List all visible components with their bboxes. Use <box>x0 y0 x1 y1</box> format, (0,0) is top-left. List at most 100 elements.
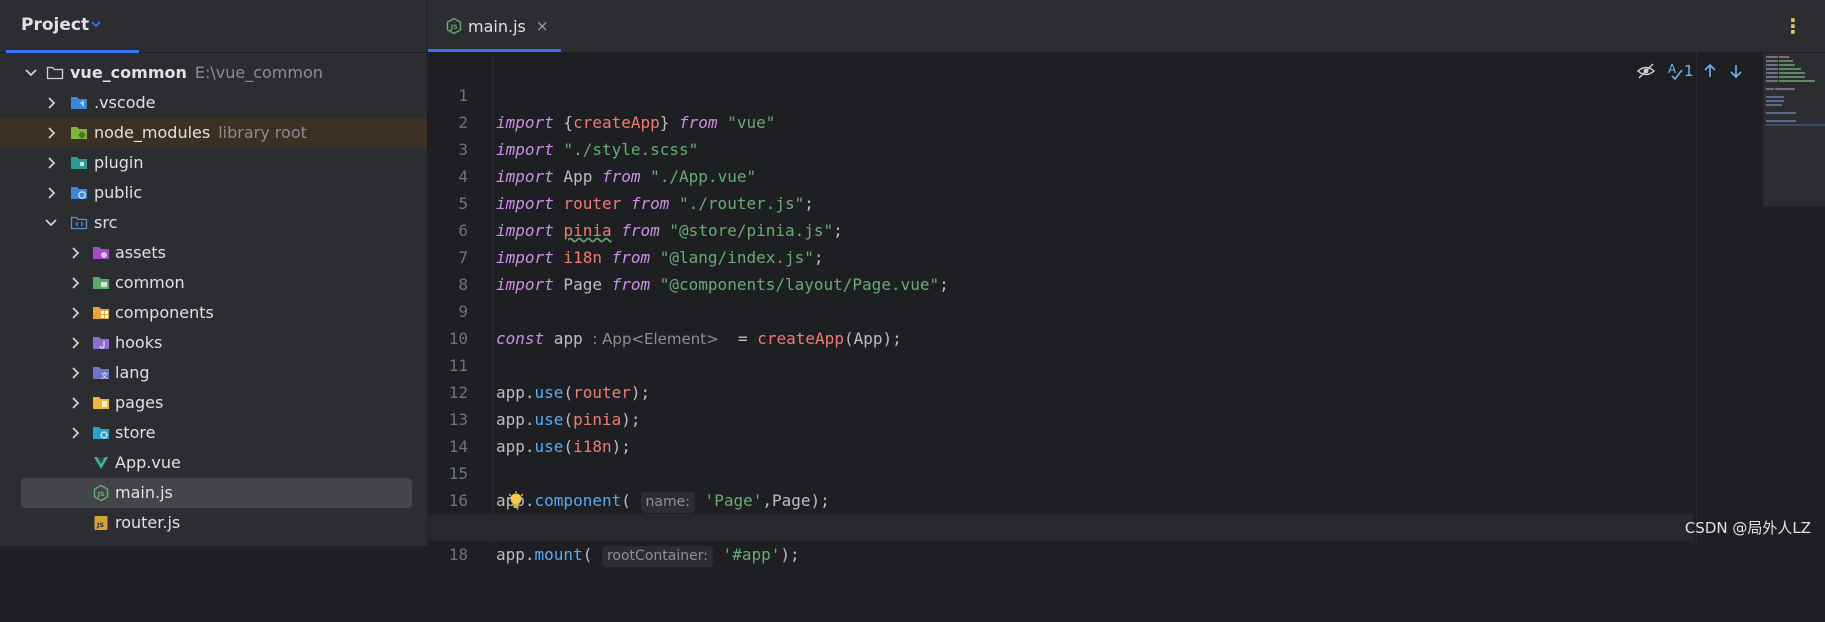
code-line[interactable]: 8 <box>428 244 1693 294</box>
chevron-right-icon[interactable] <box>44 96 58 110</box>
code-line[interactable]: 5 import pinia from "@store/pinia.js"; <box>428 163 1693 240</box>
code-line[interactable]: 16 <box>428 460 1693 510</box>
tree-item-label: vue_common E:\vue_common <box>70 63 323 82</box>
svg-text:JS: JS <box>450 23 458 31</box>
tab-main-js[interactable]: JS main.js × <box>428 0 561 52</box>
tree-item-pages[interactable]: pages <box>0 388 427 418</box>
tree-item-main-js[interactable]: JS main.js <box>0 478 427 508</box>
code-line[interactable]: 9 const app : App<Element> = createApp(A… <box>428 271 1693 348</box>
code-line[interactable]: 1 import {createApp} from "vue" <box>428 55 1693 132</box>
right-margin-guide <box>1696 53 1697 546</box>
code-line-current[interactable]: 18 <box>428 514 1693 564</box>
code-line[interactable]: 15 app.component( name: 'Page',Page); <box>428 433 1693 513</box>
js-file-icon: JS <box>93 484 109 502</box>
project-panel: Project vue_common E:\vue_common .vscode … <box>0 0 428 546</box>
chevron-right-icon[interactable] <box>68 306 82 320</box>
arrow-down-icon[interactable] <box>1728 61 1744 81</box>
tree-item-src[interactable]: src <box>0 208 427 238</box>
tree-item-components[interactable]: components <box>0 298 427 328</box>
code-editor[interactable]: A 1 1 import {createApp} from "vue" 2 im… <box>428 53 1825 567</box>
tree-item-common[interactable]: common <box>0 268 427 298</box>
more-options-icon[interactable]: ⋮ <box>1783 14 1803 38</box>
code-line[interactable]: 3 import App from "./App.vue" <box>428 109 1693 186</box>
code-line[interactable]: 11 app.use(router); <box>428 325 1693 402</box>
tree-item-label: lang <box>115 363 150 382</box>
assets-folder-icon <box>93 247 109 259</box>
pages-folder-icon <box>93 397 109 409</box>
tree-item-label: assets <box>115 243 166 262</box>
chevron-right-icon[interactable] <box>68 336 82 350</box>
code-line[interactable]: 4 import router from "./router.js"; <box>428 136 1693 213</box>
tree-item-label: .vscode <box>94 93 156 112</box>
js-file-icon: JS <box>446 17 462 35</box>
code-line[interactable]: 12 app.use(pinia); <box>428 352 1693 429</box>
minimap[interactable] <box>1763 53 1825 206</box>
tree-item-label: main.js <box>115 483 173 502</box>
tree-item-node-modules[interactable]: node_modules library root <box>0 118 427 148</box>
code-line[interactable]: 10 <box>428 298 1693 348</box>
code-line[interactable]: 6 import i18n from "@lang/index.js"; <box>428 190 1693 267</box>
tree-item-store[interactable]: store <box>0 418 427 448</box>
tree-item-router-js[interactable]: JS router.js <box>0 508 427 538</box>
code-line[interactable]: 13 app.use(i18n); <box>428 379 1693 456</box>
tree-item-app-vue[interactable]: App.vue <box>0 448 427 478</box>
code-line[interactable]: 7 import Page from "@components/layout/P… <box>428 217 1693 294</box>
node-modules-folder-icon <box>71 127 87 139</box>
tree-item-public[interactable]: public <box>0 178 427 208</box>
tree-item-vue-common[interactable]: vue_common E:\vue_common <box>0 58 427 88</box>
tree-item-label: public <box>94 183 143 202</box>
arrow-up-icon[interactable] <box>1702 61 1718 81</box>
selection-highlight <box>21 478 412 508</box>
code-text: app.mount( rootContainer: '#app'); <box>496 541 800 568</box>
line-number: 18 <box>448 545 468 564</box>
chevron-right-icon[interactable] <box>68 426 82 440</box>
close-icon[interactable]: × <box>536 17 549 35</box>
chevron-right-icon[interactable] <box>68 246 82 260</box>
tree-item-label: App.vue <box>115 453 181 472</box>
tree-item-vscode[interactable]: .vscode <box>0 88 427 118</box>
chevron-right-icon[interactable] <box>44 186 58 200</box>
chevron-down-icon[interactable] <box>24 66 38 80</box>
code-line[interactable]: 2 import "./style.scss" <box>428 82 1693 159</box>
components-folder-icon <box>93 307 109 319</box>
chevron-right-icon[interactable] <box>44 126 58 140</box>
chevron-down-icon[interactable] <box>44 216 58 230</box>
chevron-right-icon[interactable] <box>68 366 82 380</box>
tree-item-label: pages <box>115 393 164 412</box>
project-title[interactable]: Project <box>21 15 89 35</box>
tree-item-label: plugin <box>94 153 144 172</box>
vue-file-icon <box>94 457 108 469</box>
plugin-folder-icon <box>71 157 87 169</box>
svg-text:JS: JS <box>97 490 105 498</box>
project-tab-indicator <box>6 50 139 53</box>
lightbulb-icon[interactable] <box>507 491 525 511</box>
code-line[interactable]: 14 <box>428 406 1693 456</box>
tree-item-plugin[interactable]: plugin <box>0 148 427 178</box>
js-file-icon: JS <box>94 516 108 530</box>
tree-item-label: node_modules library root <box>94 123 307 142</box>
lang-folder-icon: 文 <box>93 367 109 380</box>
project-header: Project <box>0 0 427 53</box>
editor-tab-bar: JS main.js × ⋮ <box>428 0 1825 53</box>
tree-item-label: common <box>115 273 185 292</box>
tree-item-assets[interactable]: assets <box>0 238 427 268</box>
tree-item-lang[interactable]: 文 lang <box>0 358 427 388</box>
chevron-right-icon[interactable] <box>68 396 82 410</box>
tree-item-label: components <box>115 303 214 322</box>
tree-item-label: hooks <box>115 333 163 352</box>
chevron-right-icon[interactable] <box>68 276 82 290</box>
library-root-hint: library root <box>218 123 307 142</box>
code-line[interactable]: 17 app.mount( rootContainer: '#app'); <box>428 487 1693 567</box>
store-folder-icon <box>93 427 109 439</box>
tree-item-hooks[interactable]: hooks <box>0 328 427 358</box>
svg-text:文: 文 <box>101 371 108 380</box>
public-folder-icon <box>71 187 87 199</box>
tree-item-label: src <box>94 213 118 232</box>
chevron-down-icon[interactable] <box>90 19 102 29</box>
tree-item-label: router.js <box>115 513 181 532</box>
common-folder-icon <box>93 277 109 289</box>
chevron-right-icon[interactable] <box>44 156 58 170</box>
hooks-folder-icon <box>93 337 109 349</box>
tab-label: main.js <box>468 17 526 36</box>
folder-icon <box>46 66 64 80</box>
